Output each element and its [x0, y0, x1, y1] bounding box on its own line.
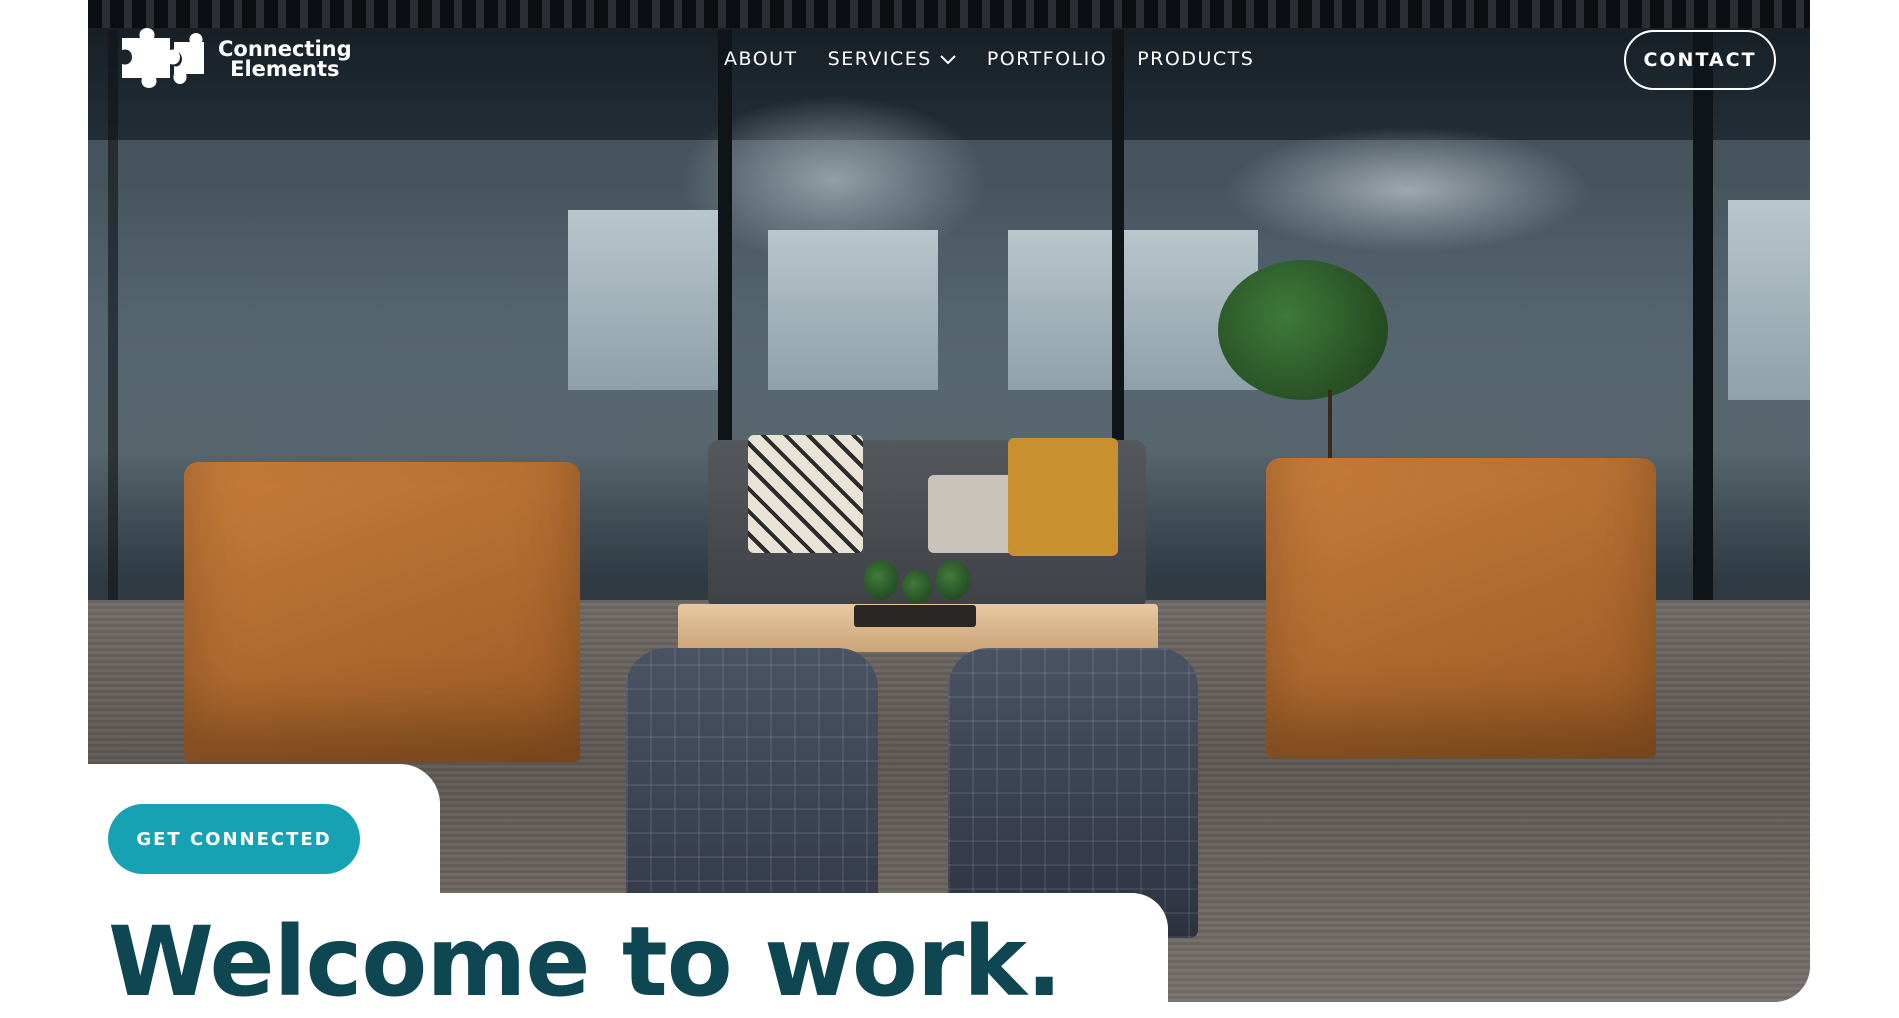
main-nav: ABOUT SERVICES PORTFOLIO PRODUCTS [724, 48, 1254, 70]
get-connected-button[interactable]: GET CONNECTED [108, 804, 360, 874]
succulent [864, 560, 898, 600]
logo-line-1: Connecting [218, 37, 352, 61]
window [568, 210, 718, 390]
nav-label: SERVICES [827, 48, 932, 70]
succulent [936, 560, 970, 600]
pillow [748, 435, 863, 553]
chevron-down-icon [940, 55, 956, 65]
logo-line-2: Elements [230, 57, 340, 81]
pillow [1008, 438, 1118, 556]
window [768, 230, 938, 390]
ceiling-slats [88, 0, 1810, 28]
page: Connecting Elements ABOUT SERVICES PORTF… [0, 0, 1899, 1018]
nav-label: ABOUT [724, 48, 798, 70]
armchair-left [184, 462, 580, 762]
nav-item-portfolio[interactable]: PORTFOLIO [987, 48, 1107, 70]
glass-frame [1693, 30, 1713, 600]
planter-tray [854, 605, 976, 627]
glass-frame [108, 30, 118, 600]
nav-item-products[interactable]: PRODUCTS [1137, 48, 1254, 70]
hero-headline: Welcome to work. [108, 906, 1062, 1018]
armchair-right [1266, 458, 1656, 758]
nav-label: PORTFOLIO [986, 48, 1108, 70]
nav-label: PRODUCTS [1137, 48, 1255, 70]
nav-item-about[interactable]: ABOUT [724, 48, 798, 70]
logo[interactable]: Connecting Elements [118, 28, 352, 90]
contact-button[interactable]: CONTACT [1624, 30, 1776, 90]
window [1728, 200, 1810, 400]
nav-item-services[interactable]: SERVICES [828, 48, 957, 70]
succulent [902, 570, 932, 604]
plant [1218, 260, 1388, 400]
puzzle-logo-icon [122, 28, 204, 88]
logo-text: Connecting Elements [218, 37, 352, 81]
